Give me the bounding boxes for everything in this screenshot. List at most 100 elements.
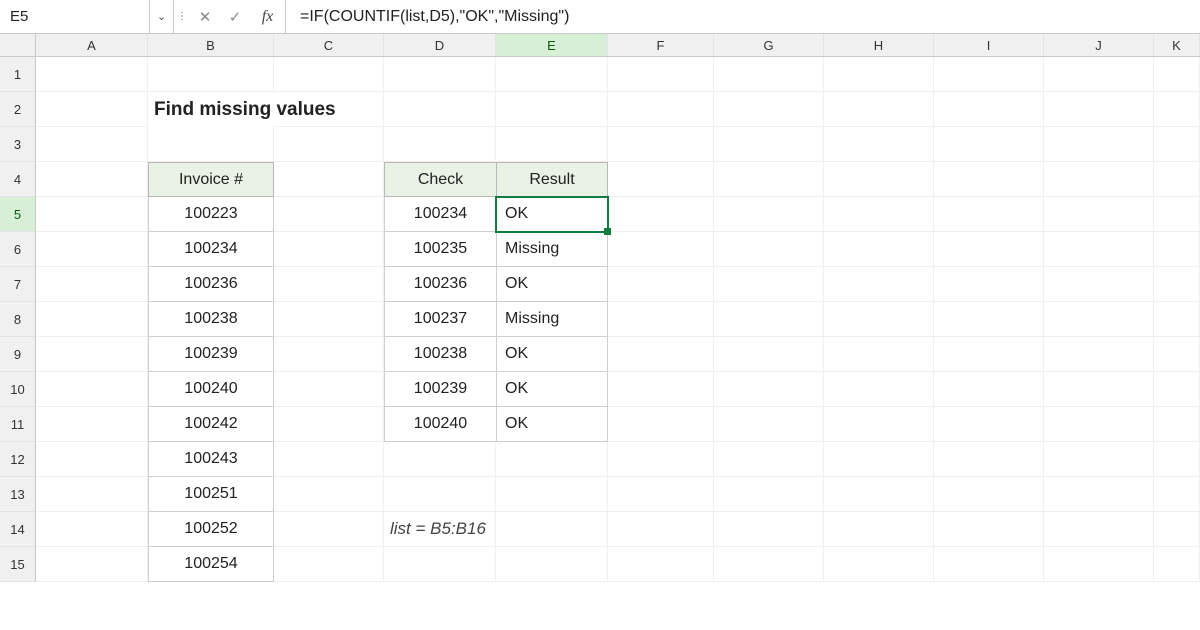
cell-C4[interactable] bbox=[274, 162, 384, 197]
cell-F6[interactable] bbox=[608, 232, 714, 267]
cell-G15[interactable] bbox=[714, 547, 824, 582]
row-header-12[interactable]: 12 bbox=[0, 442, 36, 477]
result-value[interactable]: OK bbox=[496, 407, 608, 442]
cell-A13[interactable] bbox=[36, 477, 148, 512]
cell-G6[interactable] bbox=[714, 232, 824, 267]
cell-C7[interactable] bbox=[274, 267, 384, 302]
cell-G4[interactable] bbox=[714, 162, 824, 197]
cell-A1[interactable] bbox=[36, 57, 148, 92]
row-header-13[interactable]: 13 bbox=[0, 477, 36, 512]
invoice-value[interactable]: 100239 bbox=[148, 337, 274, 372]
cell-C1[interactable] bbox=[274, 57, 384, 92]
cell-G8[interactable] bbox=[714, 302, 824, 337]
cell-C14[interactable] bbox=[274, 512, 384, 547]
cell-H6[interactable] bbox=[824, 232, 934, 267]
invoice-value[interactable]: 100234 bbox=[148, 232, 274, 267]
cell-C8[interactable] bbox=[274, 302, 384, 337]
col-header-E[interactable]: E bbox=[496, 34, 608, 56]
cell-H10[interactable] bbox=[824, 372, 934, 407]
cell-J3[interactable] bbox=[1044, 127, 1154, 162]
cell-B3[interactable] bbox=[148, 127, 274, 162]
cell-D15[interactable] bbox=[384, 547, 496, 582]
cell-A11[interactable] bbox=[36, 407, 148, 442]
cell-E2[interactable] bbox=[496, 92, 608, 127]
cell-K7[interactable] bbox=[1154, 267, 1200, 302]
cancel-button[interactable]: ✕ bbox=[190, 0, 220, 33]
col-header-J[interactable]: J bbox=[1044, 34, 1154, 56]
cell-F9[interactable] bbox=[608, 337, 714, 372]
cell-J2[interactable] bbox=[1044, 92, 1154, 127]
result-value[interactable]: OK bbox=[496, 372, 608, 407]
cell-G13[interactable] bbox=[714, 477, 824, 512]
cell-F10[interactable] bbox=[608, 372, 714, 407]
cell-J12[interactable] bbox=[1044, 442, 1154, 477]
cell-I7[interactable] bbox=[934, 267, 1044, 302]
row-header-10[interactable]: 10 bbox=[0, 372, 36, 407]
cell-G9[interactable] bbox=[714, 337, 824, 372]
invoice-value[interactable]: 100242 bbox=[148, 407, 274, 442]
check-value[interactable]: 100235 bbox=[384, 232, 496, 267]
formula-input[interactable]: =IF(COUNTIF(list,D5),"OK","Missing") bbox=[286, 0, 1200, 33]
cell-J4[interactable] bbox=[1044, 162, 1154, 197]
cell-G14[interactable] bbox=[714, 512, 824, 547]
cell-F11[interactable] bbox=[608, 407, 714, 442]
result-header[interactable]: Result bbox=[496, 162, 608, 197]
check-value[interactable]: 100239 bbox=[384, 372, 496, 407]
cell-J5[interactable] bbox=[1044, 197, 1154, 232]
cell-A7[interactable] bbox=[36, 267, 148, 302]
cell-C9[interactable] bbox=[274, 337, 384, 372]
cell-K5[interactable] bbox=[1154, 197, 1200, 232]
cell-A2[interactable] bbox=[36, 92, 148, 127]
cell-I12[interactable] bbox=[934, 442, 1044, 477]
cell-K15[interactable] bbox=[1154, 547, 1200, 582]
invoice-value[interactable]: 100254 bbox=[148, 547, 274, 582]
cell-I14[interactable] bbox=[934, 512, 1044, 547]
row-header-15[interactable]: 15 bbox=[0, 547, 36, 582]
row-header-11[interactable]: 11 bbox=[0, 407, 36, 442]
cell-K4[interactable] bbox=[1154, 162, 1200, 197]
row-header-7[interactable]: 7 bbox=[0, 267, 36, 302]
cell-H9[interactable] bbox=[824, 337, 934, 372]
cell-F2[interactable] bbox=[608, 92, 714, 127]
cell-H8[interactable] bbox=[824, 302, 934, 337]
cell-I13[interactable] bbox=[934, 477, 1044, 512]
invoice-value[interactable]: 100236 bbox=[148, 267, 274, 302]
cell-G10[interactable] bbox=[714, 372, 824, 407]
cell-J1[interactable] bbox=[1044, 57, 1154, 92]
cell-A12[interactable] bbox=[36, 442, 148, 477]
insert-function-button[interactable]: fx bbox=[250, 0, 286, 33]
col-header-B[interactable]: B bbox=[148, 34, 274, 56]
cell-K2[interactable] bbox=[1154, 92, 1200, 127]
cell-A15[interactable] bbox=[36, 547, 148, 582]
cell-A8[interactable] bbox=[36, 302, 148, 337]
cell-I3[interactable] bbox=[934, 127, 1044, 162]
cell-A4[interactable] bbox=[36, 162, 148, 197]
cell-E13[interactable] bbox=[496, 477, 608, 512]
cell-E14[interactable] bbox=[496, 512, 608, 547]
cell-G11[interactable] bbox=[714, 407, 824, 442]
cell-I1[interactable] bbox=[934, 57, 1044, 92]
col-header-K[interactable]: K bbox=[1154, 34, 1200, 56]
confirm-button[interactable]: ✓ bbox=[220, 0, 250, 33]
cell-K3[interactable] bbox=[1154, 127, 1200, 162]
cell-F14[interactable] bbox=[608, 512, 714, 547]
cell-D1[interactable] bbox=[384, 57, 496, 92]
cell-E15[interactable] bbox=[496, 547, 608, 582]
cell-F3[interactable] bbox=[608, 127, 714, 162]
cell-E1[interactable] bbox=[496, 57, 608, 92]
row-header-9[interactable]: 9 bbox=[0, 337, 36, 372]
col-header-C[interactable]: C bbox=[274, 34, 384, 56]
cell-H2[interactable] bbox=[824, 92, 934, 127]
cell-G12[interactable] bbox=[714, 442, 824, 477]
col-header-A[interactable]: A bbox=[36, 34, 148, 56]
cell-J15[interactable] bbox=[1044, 547, 1154, 582]
page-title[interactable]: Find missing values bbox=[148, 92, 274, 127]
check-value[interactable]: 100234 bbox=[384, 197, 496, 232]
cell-J7[interactable] bbox=[1044, 267, 1154, 302]
cell-H15[interactable] bbox=[824, 547, 934, 582]
cell-G5[interactable] bbox=[714, 197, 824, 232]
result-value[interactable]: OK bbox=[496, 337, 608, 372]
cell-D3[interactable] bbox=[384, 127, 496, 162]
cell-F12[interactable] bbox=[608, 442, 714, 477]
cell-I9[interactable] bbox=[934, 337, 1044, 372]
